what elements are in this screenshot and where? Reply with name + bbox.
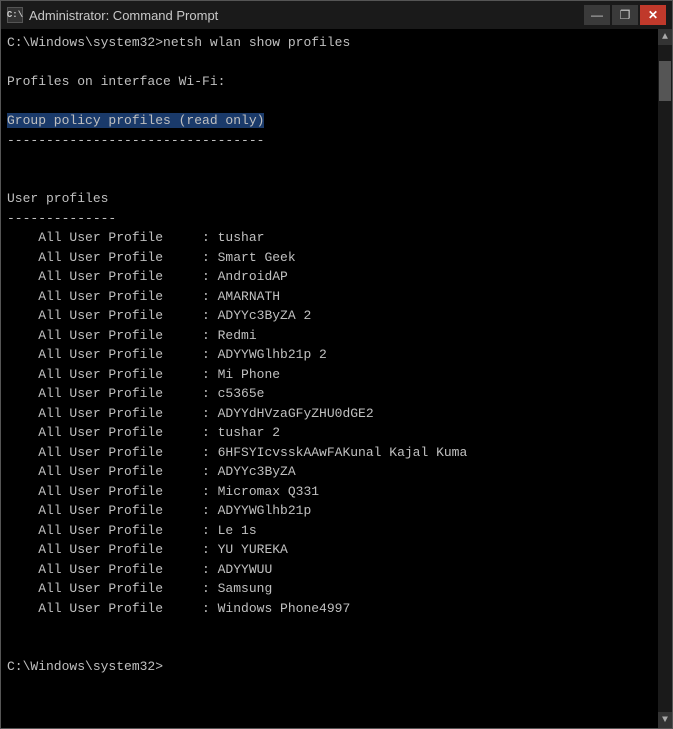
minimize-button[interactable]: — bbox=[584, 5, 610, 25]
scroll-down-arrow[interactable]: ▼ bbox=[658, 712, 672, 728]
main-window: C:\ Administrator: Command Prompt — ❐ ✕ … bbox=[0, 0, 673, 729]
scrollbar[interactable]: ▲ ▼ bbox=[658, 29, 672, 728]
scroll-up-arrow[interactable]: ▲ bbox=[658, 29, 672, 45]
window-title: Administrator: Command Prompt bbox=[29, 8, 218, 23]
window-icon: C:\ bbox=[7, 7, 23, 23]
console-output[interactable]: C:\Windows\system32>netsh wlan show prof… bbox=[1, 29, 658, 728]
close-button[interactable]: ✕ bbox=[640, 5, 666, 25]
title-bar: C:\ Administrator: Command Prompt — ❐ ✕ bbox=[1, 1, 672, 29]
title-buttons[interactable]: — ❐ ✕ bbox=[584, 5, 666, 25]
scroll-thumb[interactable] bbox=[659, 61, 671, 101]
title-bar-left: C:\ Administrator: Command Prompt bbox=[7, 7, 218, 23]
restore-button[interactable]: ❐ bbox=[612, 5, 638, 25]
console-body: C:\Windows\system32>netsh wlan show prof… bbox=[1, 29, 672, 728]
